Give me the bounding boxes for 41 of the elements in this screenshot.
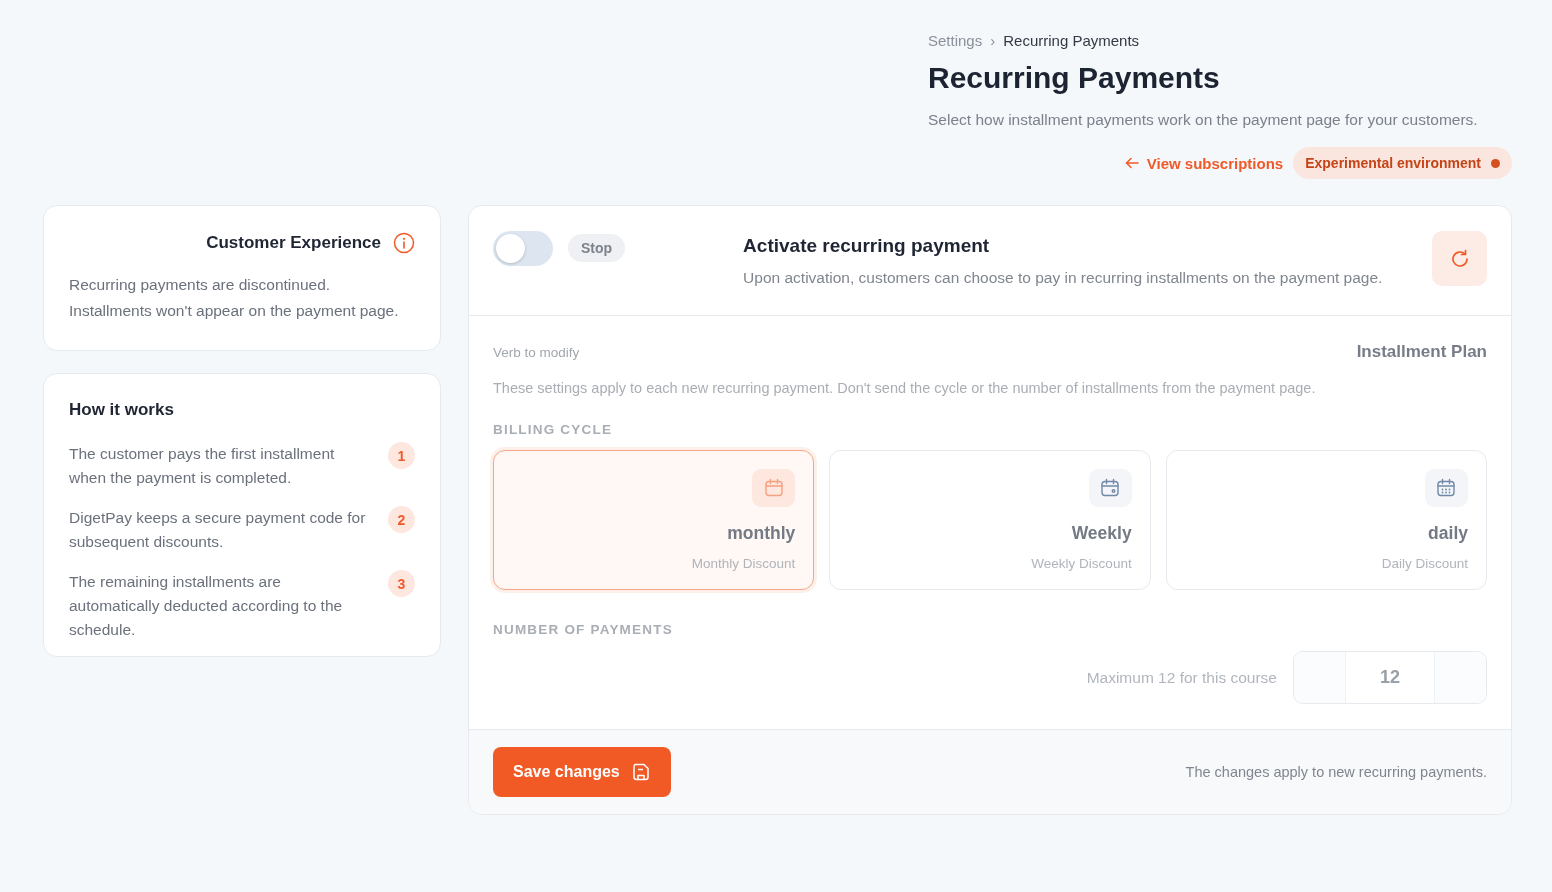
step-text: DigetPay keeps a secure payment code for subsequent discounts. <box>69 508 367 552</box>
status-pill: Stop <box>568 234 626 262</box>
calendar-icon <box>762 477 785 499</box>
cycle-discount: Daily Discount <box>1381 556 1468 571</box>
cycle-name: monthly <box>727 523 796 544</box>
step-number-badge: 2 <box>388 506 415 533</box>
page-title: Recurring Payments <box>928 61 1220 95</box>
step-text: The remaining installments are automatically deducted according to the schedule. <box>69 572 344 640</box>
section-label: BILLING CYCLE <box>493 422 614 437</box>
form-label: Verb to modify <box>493 344 580 360</box>
cycle-name: Weekly <box>1071 523 1132 544</box>
calendar-icon <box>1099 477 1122 499</box>
info-icon <box>393 232 415 254</box>
step-number-badge: 3 <box>388 570 415 597</box>
cycle-name: daily <box>1428 523 1468 544</box>
plan-note: These settings apply to each new recurring payment. Don't send the cycle or the number of installments from the payment page. <box>493 380 1317 396</box>
section-label: NUMBER OF PAYMENTS <box>493 622 674 637</box>
arrow-left-icon <box>1124 157 1139 169</box>
section-description: Upon activation, customers can choose to pay in recurring installments on the payment page. <box>743 269 1384 287</box>
cycle-discount: Weekly Discount <box>1031 556 1132 571</box>
plan-title: Installment Plan <box>1356 342 1487 362</box>
save-button[interactable]: Save changes <box>493 747 671 797</box>
view-subscriptions-link[interactable]: View subscriptions <box>1124 154 1284 172</box>
refresh-button[interactable] <box>1432 231 1487 286</box>
step-number-badge: 1 <box>388 442 415 469</box>
footer-note: The changes apply to new recurring payments. <box>1185 764 1487 780</box>
cycle-discount: Monthly Discount <box>691 556 796 571</box>
calendar-icon <box>1435 477 1458 499</box>
save-icon <box>630 762 651 782</box>
section-title: Activate recurring payment <box>743 235 991 257</box>
card-text: Recurring payments are discontinued. Installments won't appear on the payment page. <box>69 275 400 321</box>
card-title: Customer Experience <box>206 233 381 253</box>
breadcrumb-separator: › <box>990 32 996 49</box>
step-text: The customer pays the first installment when the payment is completed. <box>69 444 336 488</box>
card-title: How it works <box>69 400 175 420</box>
toggle-switch[interactable] <box>493 231 553 266</box>
environment-badge: Experimental environment <box>1293 147 1512 179</box>
page-subtitle: Select how installment payments work on the payment page for your customers. <box>928 111 1478 129</box>
breadcrumb-current: Recurring Payments <box>1003 32 1140 49</box>
maximum-note: Maximum 12 for this course <box>1086 668 1277 687</box>
breadcrumb-link[interactable]: Settings <box>928 32 983 49</box>
